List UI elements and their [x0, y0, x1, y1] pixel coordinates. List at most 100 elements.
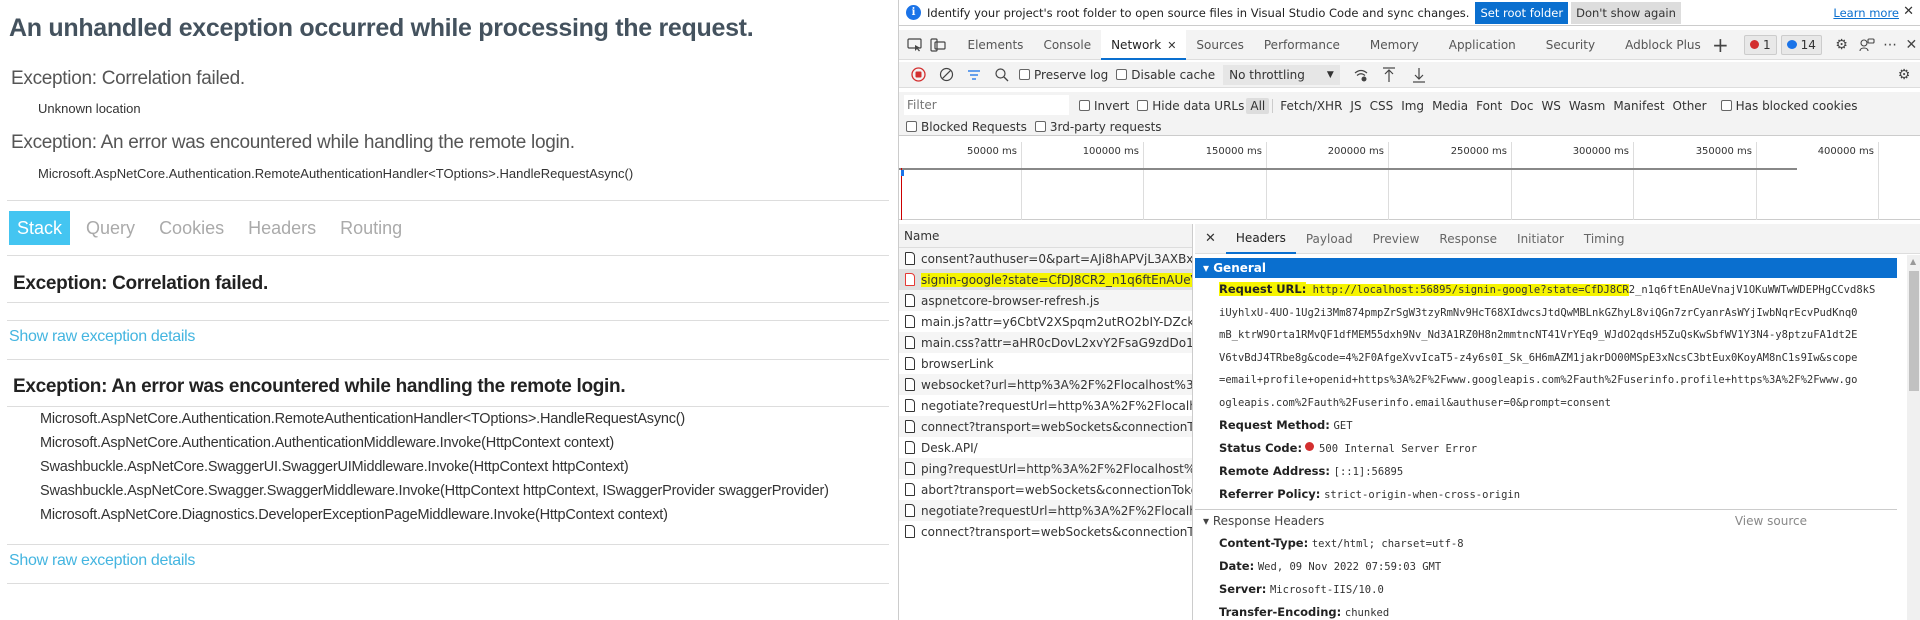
request-row[interactable]: main.css?attr=aHR0cDovL2xvY2FsaG9zdDo1Nj…: [899, 332, 1192, 353]
export-har-icon[interactable]: [1408, 64, 1430, 86]
request-row[interactable]: connect?transport=webSockets&connectionT…: [899, 521, 1192, 542]
scrollbar-thumb[interactable]: [1909, 271, 1919, 391]
search-icon[interactable]: [991, 64, 1013, 86]
request-row[interactable]: connect?transport=webSockets&connectionT…: [899, 416, 1192, 437]
filter-type-doc[interactable]: Doc: [1506, 98, 1537, 114]
network-conditions-icon[interactable]: [1350, 64, 1372, 86]
learn-more-link[interactable]: Learn more: [1833, 6, 1899, 20]
device-emulation-icon[interactable]: [928, 34, 947, 56]
filter-type-other[interactable]: Other: [1669, 98, 1711, 114]
close-devtools-icon[interactable]: ✕: [1902, 34, 1920, 56]
tab-preview[interactable]: Preview: [1363, 225, 1430, 253]
filter-type-all[interactable]: All: [1246, 98, 1270, 114]
clear-icon[interactable]: [935, 64, 957, 86]
stack-frame[interactable]: Microsoft.AspNetCore.Diagnostics.Develop…: [40, 506, 829, 530]
stack-frame[interactable]: Swashbuckle.AspNetCore.Swagger.SwaggerMi…: [40, 482, 829, 506]
request-row[interactable]: signin-google?state=CfDJ8CR2_n1q6ftEnAUe…: [899, 269, 1192, 290]
tab-response[interactable]: Response: [1429, 225, 1507, 253]
request-row[interactable]: negotiate?requestUrl=http%3A%2F%2Flocalh…: [899, 395, 1192, 416]
feedback-icon[interactable]: [1857, 34, 1876, 56]
tab-query[interactable]: Query: [78, 211, 143, 245]
details-scrollbar[interactable]: ▲: [1907, 255, 1920, 620]
tab-performance[interactable]: Performance: [1254, 30, 1350, 60]
messages-badge[interactable]: 14: [1780, 34, 1822, 55]
stack-frame[interactable]: Microsoft.AspNetCore.Authentication.Remo…: [40, 410, 829, 434]
filter-type-ws[interactable]: WS: [1537, 98, 1564, 114]
tab-headers[interactable]: Headers: [240, 211, 324, 245]
filter-type-font[interactable]: Font: [1472, 98, 1506, 114]
name-column-header[interactable]: Name: [899, 224, 1192, 248]
scroll-up-arrow-icon[interactable]: ▲: [1910, 257, 1916, 266]
filter-type-manifest[interactable]: Manifest: [1609, 98, 1668, 114]
request-details: ✕ Headers Payload Preview Response Initi…: [1195, 224, 1920, 620]
filter-type-fetch-xhr[interactable]: Fetch/XHR: [1276, 98, 1346, 114]
tab-timing[interactable]: Timing: [1574, 225, 1635, 253]
network-settings-gear-icon[interactable]: ⚙: [1893, 64, 1915, 86]
tab-stack[interactable]: Stack: [9, 211, 71, 245]
close-tab-icon[interactable]: ✕: [1167, 39, 1176, 52]
request-row[interactable]: abort?transport=webSockets&connectionTok…: [899, 479, 1192, 500]
request-row[interactable]: Desk.API/: [899, 437, 1192, 458]
filter-type-wasm[interactable]: Wasm: [1565, 98, 1609, 114]
view-source-link[interactable]: View source: [1735, 510, 1807, 532]
filter-type-media[interactable]: Media: [1428, 98, 1472, 114]
hide-data-urls-checkbox[interactable]: Hide data URLs: [1137, 99, 1244, 113]
filter-bar: Invert Hide data URLs All Fetch/XHR JS C…: [899, 92, 1920, 136]
tab-initiator[interactable]: Initiator: [1507, 225, 1574, 253]
tab-security[interactable]: Security: [1526, 30, 1605, 60]
tab-adblock-plus[interactable]: Adblock Plus: [1605, 30, 1711, 60]
close-details-icon[interactable]: ✕: [1195, 231, 1226, 246]
tab-network[interactable]: Network ✕: [1101, 29, 1187, 60]
request-row[interactable]: ping?requestUrl=http%3A%2F%2Flocalhost%3…: [899, 458, 1192, 479]
tab-application[interactable]: Application: [1429, 30, 1526, 60]
tab-payload[interactable]: Payload: [1296, 225, 1363, 253]
tab-console[interactable]: Console: [1033, 30, 1101, 60]
third-party-requests-checkbox[interactable]: 3rd-party requests: [1034, 120, 1162, 134]
request-name: negotiate?requestUrl=http%3A%2F%2Flocalh…: [921, 503, 1192, 518]
tab-routing[interactable]: Routing: [332, 211, 410, 245]
errors-badge[interactable]: 1: [1744, 34, 1777, 55]
import-har-icon[interactable]: [1378, 64, 1400, 86]
document-icon: [905, 504, 915, 517]
tab-memory[interactable]: Memory: [1350, 30, 1429, 60]
request-row[interactable]: websocket?url=http%3A%2F%2Flocalhost%3A5…: [899, 374, 1192, 395]
close-icon[interactable]: ✕: [1903, 4, 1914, 19]
request-row[interactable]: aspnetcore-browser-refresh.js: [899, 290, 1192, 311]
inspect-element-icon[interactable]: [905, 34, 924, 56]
request-row[interactable]: main.js?attr=y6CbtV2XSpqm2utRO2bIY-DZckI…: [899, 311, 1192, 332]
blocked-requests-checkbox[interactable]: Blocked Requests: [906, 120, 1027, 134]
stack-frame[interactable]: Microsoft.AspNetCore.Authentication.Auth…: [40, 434, 829, 458]
tab-elements[interactable]: Elements: [958, 30, 1034, 60]
stack-frame[interactable]: Swashbuckle.AspNetCore.SwaggerUI.Swagger…: [40, 458, 829, 482]
response-headers-section-header[interactable]: ▾ Response Headers View source: [1195, 509, 1897, 532]
filter-type-css[interactable]: CSS: [1366, 98, 1398, 114]
settings-gear-icon[interactable]: ⚙: [1832, 34, 1851, 56]
dont-show-again-button[interactable]: Don't show again: [1571, 1, 1681, 24]
invert-checkbox[interactable]: Invert: [1079, 99, 1129, 113]
more-options-icon[interactable]: ⋯: [1880, 34, 1899, 56]
request-row[interactable]: browserLink: [899, 353, 1192, 374]
tab-headers[interactable]: Headers: [1225, 224, 1296, 254]
tab-cookies[interactable]: Cookies: [151, 211, 232, 245]
set-root-folder-button[interactable]: Set root folder: [1475, 1, 1569, 24]
filter-type-js[interactable]: JS: [1346, 98, 1365, 114]
add-tab-icon[interactable]: +: [1711, 33, 1730, 57]
disable-cache-checkbox[interactable]: Disable cache: [1116, 68, 1215, 82]
general-section-header[interactable]: ▾ General: [1195, 258, 1897, 278]
throttling-select[interactable]: No throttling ▼: [1223, 64, 1340, 85]
request-row[interactable]: consent?authuser=0&part=AJi8hAPVjL3AXBxc…: [899, 248, 1192, 269]
filter-type-img[interactable]: Img: [1397, 98, 1428, 114]
has-blocked-cookies-checkbox[interactable]: Has blocked cookies: [1720, 99, 1858, 113]
request-row[interactable]: negotiate?requestUrl=http%3A%2F%2Flocalh…: [899, 500, 1192, 521]
filter-input[interactable]: [904, 95, 1069, 115]
timeline-overview[interactable]: 50000 ms 100000 ms 150000 ms 200000 ms 2…: [899, 142, 1920, 220]
preserve-log-checkbox[interactable]: Preserve log: [1019, 68, 1108, 82]
divider: [7, 583, 889, 584]
request-url: Request URL: http://localhost:56895/sign…: [1195, 278, 1897, 414]
tab-network-label: Network: [1111, 37, 1162, 52]
filter-icon[interactable]: [963, 64, 985, 86]
show-raw-exception-link[interactable]: Show raw exception details: [9, 552, 195, 570]
record-icon[interactable]: [907, 64, 929, 86]
show-raw-exception-link[interactable]: Show raw exception details: [9, 328, 195, 346]
tab-sources[interactable]: Sources: [1186, 30, 1253, 60]
